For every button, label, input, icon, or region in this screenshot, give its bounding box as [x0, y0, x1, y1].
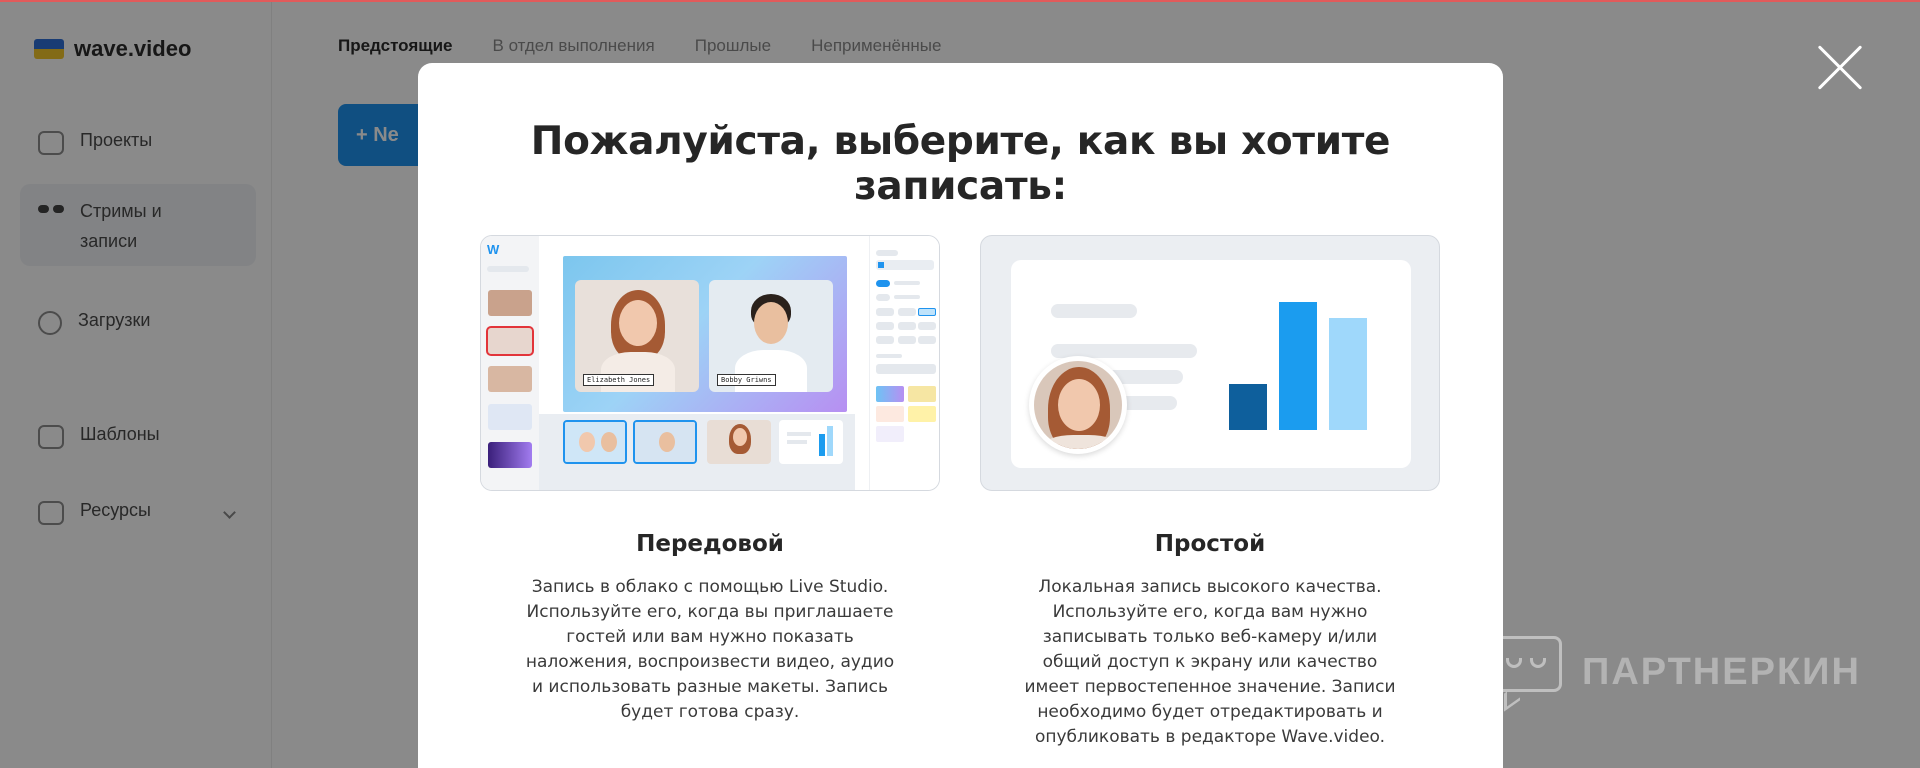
- layout-option-selected: [563, 420, 627, 464]
- advanced-option-title[interactable]: Передовой: [480, 531, 940, 557]
- option-advanced[interactable]: W Elizabeth Jones Bobby Griwns Передовой…: [480, 235, 940, 725]
- option-simple[interactable]: Простой Локальная запись высокого качест…: [980, 235, 1440, 750]
- simple-preview-image[interactable]: [980, 235, 1440, 491]
- record-mode-modal: Пожалуйста, выберите, как вы хотите запи…: [418, 63, 1503, 768]
- advanced-preview-image[interactable]: W Elizabeth Jones Bobby Griwns: [480, 235, 940, 491]
- chart-bar-3: [1329, 318, 1367, 430]
- chart-bar-2: [1279, 302, 1317, 430]
- wave-logo-icon: W: [487, 242, 500, 257]
- name-tag: Bobby Griwns: [717, 374, 776, 386]
- scene-thumbnail: [488, 442, 532, 468]
- simple-option-description: Локальная запись высокого качества. Испо…: [1024, 577, 1396, 747]
- layout-option: [633, 420, 697, 464]
- simple-option-title[interactable]: Простой: [980, 531, 1440, 557]
- scene-thumbnail: [488, 290, 532, 316]
- webcam-avatar: [1029, 356, 1127, 454]
- guest-camera-2: Bobby Griwns: [709, 280, 833, 392]
- scene-thumbnail-selected: [486, 326, 534, 356]
- watermark: ПАРТНЕРКИН: [1490, 636, 1861, 712]
- advanced-option-description: Запись в облако с помощью Live Studio. И…: [525, 577, 895, 722]
- layout-option: [707, 420, 771, 464]
- settings-panel: [869, 236, 939, 490]
- layout-option: [779, 420, 843, 464]
- watermark-text: ПАРТНЕРКИН: [1582, 650, 1861, 693]
- scene-thumbnail: [488, 404, 532, 430]
- name-tag: Elizabeth Jones: [583, 374, 655, 386]
- close-icon[interactable]: [1814, 42, 1864, 92]
- modal-title: Пожалуйста, выберите, как вы хотите запи…: [530, 119, 1391, 209]
- text-line: [1051, 304, 1137, 318]
- live-stage: Elizabeth Jones Bobby Griwns: [563, 256, 847, 412]
- scenes-panel: W: [481, 236, 539, 490]
- top-accent-line: [0, 0, 1920, 2]
- speech-bubble-icon: [1490, 636, 1562, 712]
- chart-bar-1: [1229, 384, 1267, 430]
- guest-camera-1: Elizabeth Jones: [575, 280, 699, 392]
- scene-thumbnail: [488, 366, 532, 392]
